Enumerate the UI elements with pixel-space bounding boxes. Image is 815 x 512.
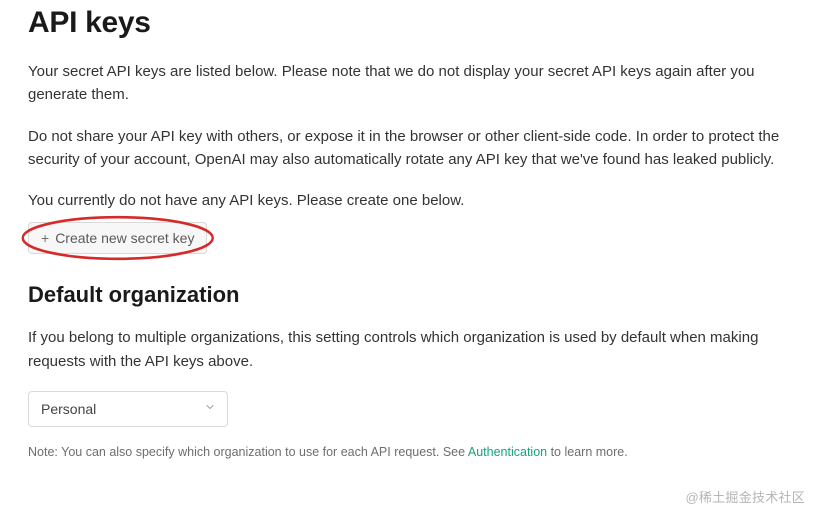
- default-org-heading: Default organization: [28, 282, 787, 308]
- empty-state-text: You currently do not have any API keys. …: [28, 189, 787, 212]
- intro-paragraph: Your secret API keys are listed below. P…: [28, 60, 787, 107]
- watermark-text: @稀土掘金技术社区: [685, 487, 805, 506]
- create-key-button-wrap: + Create new secret key: [28, 222, 207, 254]
- default-org-description: If you belong to multiple organizations,…: [28, 326, 787, 373]
- create-secret-key-button[interactable]: + Create new secret key: [28, 222, 207, 254]
- org-select-wrap: Personal: [28, 391, 228, 427]
- plus-icon: +: [41, 231, 49, 245]
- authentication-link[interactable]: Authentication: [468, 445, 547, 459]
- org-note: Note: You can also specify which organiz…: [28, 443, 787, 462]
- note-suffix: to learn more.: [547, 445, 628, 459]
- page-title: API keys: [28, 6, 787, 40]
- warning-paragraph: Do not share your API key with others, o…: [28, 125, 787, 172]
- organization-select[interactable]: Personal: [28, 391, 228, 427]
- note-prefix: Note: You can also specify which organiz…: [28, 445, 468, 459]
- create-key-button-label: Create new secret key: [55, 230, 194, 246]
